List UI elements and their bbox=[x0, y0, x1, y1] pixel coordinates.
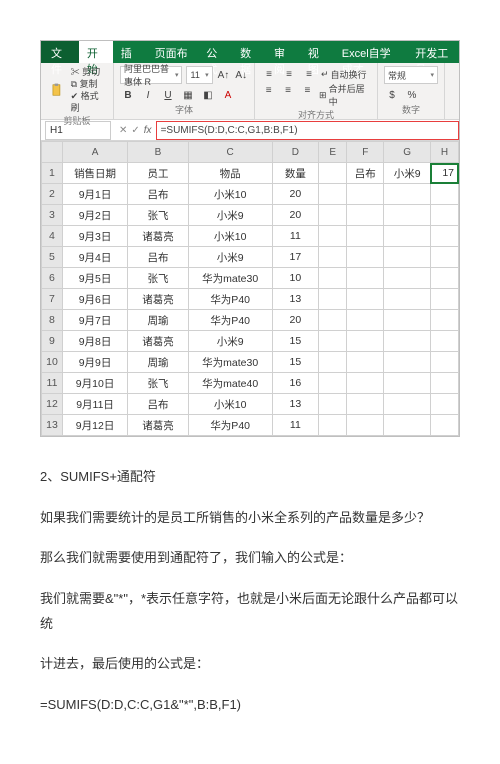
align-middle-icon[interactable]: ≡ bbox=[281, 66, 297, 82]
tab-formulas[interactable]: 公式 bbox=[198, 41, 232, 63]
col-header[interactable]: B bbox=[128, 142, 189, 163]
col-header[interactable]: F bbox=[347, 142, 384, 163]
column-header-row: A B C D E F G H bbox=[42, 142, 459, 163]
ribbon-group-alignment: ≡ ≡ ≡ ↵ 自动换行 ≡ ≡ ≡ ⊞ 合并后居中 对齐方式 bbox=[255, 63, 378, 119]
table-row[interactable]: 129月11日吕布小米1013 bbox=[42, 394, 459, 415]
article-heading: 2、SUMIFS+通配符 bbox=[40, 465, 460, 490]
formula-input[interactable]: =SUMIFS(D:D,C:C,G1,B:B,F1) bbox=[156, 121, 459, 140]
article-paragraph: 计进去，最后使用的公式是： bbox=[40, 652, 460, 677]
article-paragraph: 我们就需要&"*"，*表示任意字符，也就是小米后面无论跟什么产品都可以统 bbox=[40, 587, 460, 636]
excel-window: 文件 开始 插入 页面布局 公式 数据 审阅 视图 Excel自学成才 开发工具… bbox=[40, 40, 460, 437]
ribbon-group-clipboard: ✂ 剪切 ⧉ 复制 ✔ 格式刷 剪贴板 bbox=[41, 63, 114, 119]
col-header[interactable]: E bbox=[319, 142, 347, 163]
article-paragraph: 如果我们需要统计的是员工所销售的小米全系列的产品数量是多少？ bbox=[40, 506, 460, 531]
align-right-icon[interactable]: ≡ bbox=[300, 82, 315, 98]
ribbon-tab-bar: 文件 开始 插入 页面布局 公式 数据 审阅 视图 Excel自学成才 开发工具 bbox=[41, 41, 459, 63]
fill-color-icon[interactable]: ◧ bbox=[200, 87, 216, 103]
fx-icon[interactable]: fx bbox=[144, 125, 152, 136]
table-row[interactable]: 89月7日周瑜华为P4020 bbox=[42, 310, 459, 331]
tab-file[interactable]: 文件 bbox=[41, 41, 79, 63]
table-row[interactable]: 119月10日张飞华为mate4016 bbox=[42, 373, 459, 394]
col-header[interactable]: H bbox=[430, 142, 458, 163]
ribbon: ✂ 剪切 ⧉ 复制 ✔ 格式刷 剪贴板 阿里巴巴普惠体 R▾ 11▾ A↑ bbox=[41, 63, 459, 120]
tab-data[interactable]: 数据 bbox=[232, 41, 266, 63]
article-body: 2、SUMIFS+通配符 如果我们需要统计的是员工所销售的小米全系列的产品数量是… bbox=[40, 465, 460, 718]
tab-home[interactable]: 开始 bbox=[79, 41, 113, 63]
table-row[interactable]: 99月8日诸葛亮小米915 bbox=[42, 331, 459, 352]
format-painter-button[interactable]: ✔ 格式刷 bbox=[71, 90, 107, 114]
col-header[interactable]: C bbox=[188, 142, 272, 163]
paste-icon bbox=[50, 83, 64, 97]
tab-insert[interactable]: 插入 bbox=[113, 41, 147, 63]
col-header[interactable]: G bbox=[384, 142, 431, 163]
align-top-icon[interactable]: ≡ bbox=[261, 66, 277, 82]
group-label-alignment: 对齐方式 bbox=[261, 108, 371, 121]
tab-pagelayout[interactable]: 页面布局 bbox=[147, 41, 199, 63]
paste-button[interactable] bbox=[47, 78, 67, 102]
article-formula: =SUMIFS(D:D,C:C,G1&"*",B:B,F1) bbox=[40, 693, 460, 718]
table-row[interactable]: 39月2日张飞小米920 bbox=[42, 205, 459, 226]
border-icon[interactable]: ▦ bbox=[180, 87, 196, 103]
ribbon-group-number: 常规▾ $ % 数字 bbox=[378, 63, 445, 119]
enter-formula-icon[interactable]: ✓ bbox=[131, 125, 139, 136]
percent-icon[interactable]: % bbox=[404, 87, 420, 103]
tab-review[interactable]: 审阅 bbox=[266, 41, 300, 63]
group-label-number: 数字 bbox=[384, 103, 438, 116]
table-row[interactable]: 79月6日诸葛亮华为P4013 bbox=[42, 289, 459, 310]
merge-center-button[interactable]: ⊞ 合并后居中 bbox=[319, 82, 371, 108]
cut-button[interactable]: ✂ 剪切 bbox=[71, 66, 107, 78]
table-row[interactable]: 69月5日张飞华为mate3010 bbox=[42, 268, 459, 289]
col-header[interactable]: D bbox=[272, 142, 319, 163]
tab-developer[interactable]: 开发工具 bbox=[407, 41, 459, 63]
number-format-select[interactable]: 常规▾ bbox=[384, 66, 438, 84]
table-row[interactable]: 109月9日周瑜华为mate3015 bbox=[42, 352, 459, 373]
article-paragraph: 那么我们就需要使用到通配符了，我们输入的公式是： bbox=[40, 546, 460, 571]
group-label-font: 字体 bbox=[120, 103, 248, 116]
align-bottom-icon[interactable]: ≡ bbox=[301, 66, 317, 82]
copy-button[interactable]: ⧉ 复制 bbox=[71, 78, 107, 90]
name-box[interactable]: H1 bbox=[45, 121, 111, 140]
tab-custom[interactable]: Excel自学成才 bbox=[334, 41, 408, 63]
selected-cell: 17 bbox=[430, 163, 458, 184]
table-row[interactable]: 1 销售日期 员工 物品 数量 吕布 小米9 17 bbox=[42, 163, 459, 184]
underline-icon[interactable]: U bbox=[160, 87, 176, 103]
worksheet-grid[interactable]: A B C D E F G H 1 销售日期 员工 物品 数量 吕布 小米9 1… bbox=[41, 141, 459, 436]
col-header[interactable]: A bbox=[62, 142, 127, 163]
align-center-icon[interactable]: ≡ bbox=[280, 82, 295, 98]
table-row[interactable]: 139月12日诸葛亮华为P4011 bbox=[42, 415, 459, 436]
decrease-font-icon[interactable]: A↓ bbox=[234, 67, 248, 83]
table-row[interactable]: 49月3日诸葛亮小米1011 bbox=[42, 226, 459, 247]
table-row[interactable]: 59月4日吕布小米917 bbox=[42, 247, 459, 268]
font-color-icon[interactable]: A bbox=[220, 87, 236, 103]
ribbon-group-font: 阿里巴巴普惠体 R▾ 11▾ A↑ A↓ B I U ▦ ◧ A 字体 bbox=[114, 63, 255, 119]
align-left-icon[interactable]: ≡ bbox=[261, 82, 276, 98]
select-all-corner[interactable] bbox=[42, 142, 63, 163]
tab-view[interactable]: 视图 bbox=[300, 41, 334, 63]
cancel-formula-icon[interactable]: ✕ bbox=[119, 125, 127, 136]
table-row[interactable]: 29月1日吕布小米1020 bbox=[42, 184, 459, 205]
bold-icon[interactable]: B bbox=[120, 87, 136, 103]
formula-bar: H1 ✕ ✓ fx =SUMIFS(D:D,C:C,G1,B:B,F1) bbox=[41, 120, 459, 141]
increase-font-icon[interactable]: A↑ bbox=[217, 67, 231, 83]
italic-icon[interactable]: I bbox=[140, 87, 156, 103]
font-name-select[interactable]: 阿里巴巴普惠体 R▾ bbox=[120, 66, 182, 84]
wrap-text-button[interactable]: ↵ 自动换行 bbox=[321, 66, 367, 82]
currency-icon[interactable]: $ bbox=[384, 87, 400, 103]
font-size-select[interactable]: 11▾ bbox=[186, 66, 212, 84]
